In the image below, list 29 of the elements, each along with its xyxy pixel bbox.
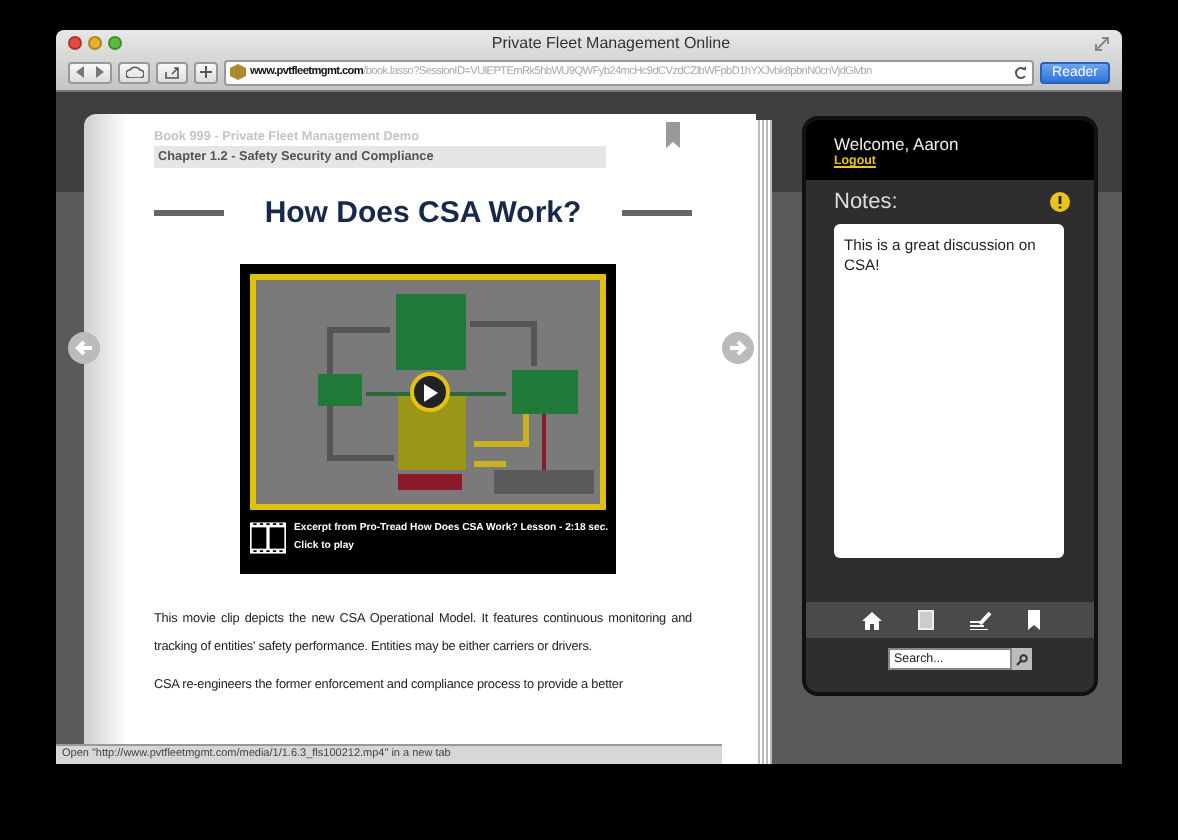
info-icon[interactable] [1050, 192, 1070, 212]
search-icon[interactable] [1012, 648, 1032, 670]
play-icon [422, 383, 438, 401]
previous-page-button[interactable] [68, 332, 100, 364]
notes-label: Notes: [834, 190, 898, 214]
site-icon [230, 64, 246, 80]
home-icon[interactable] [861, 611, 881, 629]
add-button[interactable] [194, 61, 218, 83]
share-icon [164, 65, 180, 79]
back-forward-button[interactable] [68, 61, 112, 83]
cloud-icon [125, 66, 143, 78]
fullscreen-icon[interactable] [1094, 35, 1110, 51]
reload-icon[interactable] [1014, 65, 1029, 79]
bookmark-icon[interactable] [1027, 610, 1039, 630]
arrow-left-icon [74, 338, 94, 358]
page-heading: How Does CSA Work? [264, 196, 582, 230]
close-button[interactable] [68, 36, 82, 50]
page-icon[interactable] [917, 610, 933, 630]
share-button[interactable] [156, 61, 188, 83]
welcome-text: Welcome, Aaron [834, 134, 959, 154]
zoom-button[interactable] [108, 36, 122, 50]
film-icon [250, 522, 286, 554]
plus-icon [200, 66, 212, 78]
arrows-icon [76, 66, 104, 78]
arrow-right-icon [728, 338, 748, 358]
window-title: Private Fleet Management Online [491, 34, 731, 52]
pencil-icon[interactable] [969, 610, 991, 630]
minimize-button[interactable] [88, 36, 102, 50]
cloud-button[interactable] [118, 61, 150, 83]
